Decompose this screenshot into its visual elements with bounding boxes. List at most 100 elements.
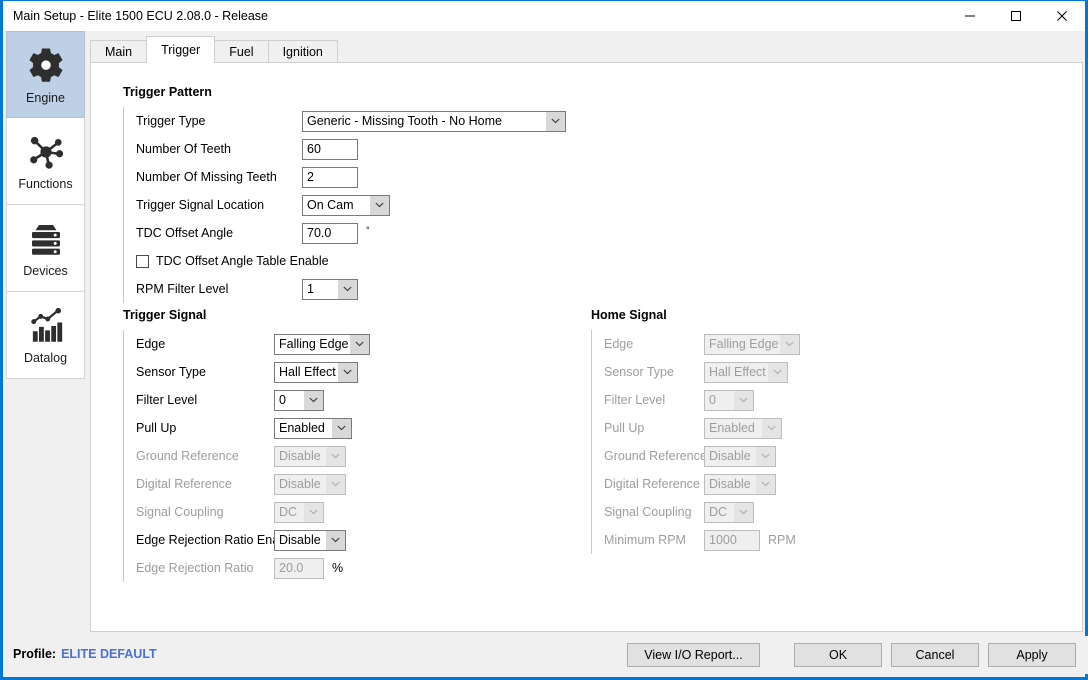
content-area: Main Trigger Fuel Ignition Trigger Patte… bbox=[87, 31, 1085, 637]
section-title: Trigger Pattern bbox=[123, 85, 212, 99]
combo-value: Disable bbox=[279, 533, 321, 547]
profile-value: ELITE DEFAULT bbox=[61, 647, 157, 661]
row-edge-rejection-ratio-enable: Edge Rejection Ratio Enable Disable bbox=[124, 526, 523, 554]
row-label: Edge Rejection Ratio Enable bbox=[136, 533, 296, 547]
tdc-offset-table-enable-checkbox-row[interactable]: TDC Offset Angle Table Enable bbox=[124, 247, 643, 275]
combo-value: 0 bbox=[279, 393, 286, 407]
view-io-report-button[interactable]: View I/O Report... bbox=[627, 643, 760, 667]
row-label: Pull Up bbox=[136, 421, 177, 435]
tab-fuel[interactable]: Fuel bbox=[214, 40, 269, 63]
sidebar-item-label: Engine bbox=[26, 90, 65, 105]
footer-buttons: View I/O Report... OK Cancel Apply bbox=[627, 643, 1076, 667]
number-of-teeth-input[interactable]: 60 bbox=[302, 138, 358, 160]
home-edge-combo: Falling Edge bbox=[704, 333, 800, 355]
tab-main[interactable]: Main bbox=[90, 40, 148, 63]
tab-ignition[interactable]: Ignition bbox=[267, 40, 338, 63]
row-label: Signal Coupling bbox=[136, 505, 224, 519]
row-label: Sensor Type bbox=[604, 365, 674, 379]
checkbox-label: TDC Offset Angle Table Enable bbox=[156, 254, 329, 268]
edge-rejection-ratio-enable-combo[interactable]: Disable bbox=[274, 529, 346, 551]
title-bar: Main Setup - Elite 1500 ECU 2.08.0 - Rel… bbox=[3, 1, 1085, 31]
section-title: Home Signal bbox=[591, 308, 667, 322]
chevron-down-icon bbox=[762, 418, 781, 438]
row-label: Edge bbox=[604, 337, 634, 351]
server-icon bbox=[31, 225, 60, 255]
combo-value: Generic - Missing Tooth - No Home bbox=[307, 114, 502, 128]
combo-value: Enabled bbox=[709, 421, 755, 435]
sidebar-item-functions[interactable]: Functions bbox=[6, 118, 85, 205]
row-home-digital-reference: Digital Reference Disable bbox=[592, 470, 971, 498]
combo-value: Hall Effect bbox=[709, 365, 766, 379]
row-label: Number Of Teeth bbox=[136, 142, 231, 156]
sidebar-item-engine[interactable]: Engine bbox=[6, 31, 85, 118]
chart-icon bbox=[30, 308, 62, 342]
rpm-filter-level-combo[interactable]: 1 bbox=[302, 278, 358, 300]
chevron-down-icon bbox=[756, 446, 775, 466]
tab-trigger[interactable]: Trigger bbox=[146, 36, 216, 63]
trigger-sensor-type-combo[interactable]: Hall Effect bbox=[274, 361, 358, 383]
maximize-button[interactable] bbox=[993, 1, 1039, 31]
cancel-button[interactable]: Cancel bbox=[891, 643, 979, 667]
row-edge-rejection-ratio: Edge Rejection Ratio 20.0 % bbox=[124, 554, 523, 582]
row-home-sensor-type: Sensor Type Hall Effect bbox=[592, 358, 971, 386]
trigger-signal-group: Edge Falling Edge Sensor Type Hall Effec… bbox=[123, 330, 523, 582]
control-wrap: Generic - Missing Tooth - No Home bbox=[302, 110, 566, 132]
profile-label: Profile: bbox=[13, 647, 57, 661]
profile-status: Profile: ELITE DEFAULT bbox=[13, 647, 157, 661]
row-digital-reference: Digital Reference Disable bbox=[124, 470, 523, 498]
row-home-minimum-rpm: Minimum RPM 1000 RPM bbox=[592, 526, 971, 554]
row-label: Edge Rejection Ratio bbox=[136, 561, 254, 575]
row-sensor-type: Sensor Type Hall Effect bbox=[124, 358, 523, 386]
row-label: Filter Level bbox=[136, 393, 198, 407]
home-filter-level-combo: 0 bbox=[704, 389, 754, 411]
row-home-edge: Edge Falling Edge bbox=[592, 330, 971, 358]
sidebar-item-datalog[interactable]: Datalog bbox=[6, 292, 85, 379]
trigger-ground-reference-combo: Disable bbox=[274, 445, 346, 467]
checkbox-icon[interactable] bbox=[136, 254, 149, 268]
row-edge: Edge Falling Edge bbox=[124, 330, 523, 358]
row-label: Ground Reference bbox=[136, 449, 239, 463]
ok-button[interactable]: OK bbox=[794, 643, 882, 667]
minimize-icon bbox=[965, 15, 975, 17]
close-icon bbox=[1057, 11, 1067, 21]
apply-button[interactable]: Apply bbox=[988, 643, 1076, 667]
combo-value: DC bbox=[709, 505, 728, 519]
combo-value: Falling Edge bbox=[279, 337, 349, 351]
maximize-icon bbox=[1011, 11, 1021, 21]
combo-value: DC bbox=[279, 505, 298, 519]
trigger-type-combo[interactable]: Generic - Missing Tooth - No Home bbox=[302, 110, 566, 132]
trigger-filter-level-combo[interactable]: 0 bbox=[274, 389, 324, 411]
combo-value: On Cam bbox=[307, 198, 354, 212]
chevron-down-icon bbox=[326, 446, 345, 466]
trigger-signal-location-combo[interactable]: On Cam bbox=[302, 194, 390, 216]
row-pull-up: Pull Up Enabled bbox=[124, 414, 523, 442]
gear-icon bbox=[28, 48, 63, 82]
trigger-pull-up-combo[interactable]: Enabled bbox=[274, 417, 352, 439]
row-label: TDC Offset Angle bbox=[136, 226, 234, 240]
row-label: RPM Filter Level bbox=[136, 282, 229, 296]
sidebar: Engine Functions Devices Datalog bbox=[6, 31, 85, 643]
chevron-down-icon bbox=[332, 418, 351, 438]
combo-value: Hall Effect bbox=[279, 365, 336, 379]
footer-bar: Profile: ELITE DEFAULT View I/O Report...… bbox=[6, 636, 1088, 674]
tab-strip: Main Trigger Fuel Ignition bbox=[90, 36, 1083, 63]
sidebar-item-label: Functions bbox=[18, 177, 73, 192]
tdc-offset-angle-input[interactable]: 70.0 bbox=[302, 222, 358, 244]
number-of-missing-teeth-input[interactable]: 2 bbox=[302, 166, 358, 188]
minimize-button[interactable] bbox=[947, 1, 993, 31]
sidebar-item-label: Datalog bbox=[23, 351, 68, 366]
row-label: Sensor Type bbox=[136, 365, 206, 379]
trigger-digital-reference-combo: Disable bbox=[274, 473, 346, 495]
row-label: Trigger Signal Location bbox=[136, 198, 265, 212]
chevron-down-icon bbox=[546, 111, 565, 131]
row-label: Edge bbox=[136, 337, 166, 351]
row-label: Minimum RPM bbox=[604, 533, 686, 547]
close-button[interactable] bbox=[1039, 1, 1085, 31]
chevron-down-icon bbox=[326, 530, 345, 550]
chevron-down-icon bbox=[756, 474, 775, 494]
chevron-down-icon bbox=[780, 334, 799, 354]
sidebar-item-devices[interactable]: Devices bbox=[6, 205, 85, 292]
trigger-pattern-group: Trigger Type Generic - Missing Tooth - N… bbox=[123, 107, 643, 303]
trigger-edge-combo[interactable]: Falling Edge bbox=[274, 333, 370, 355]
trigger-signal-section: Trigger Signal Edge Falling Edge Sensor … bbox=[123, 308, 523, 582]
